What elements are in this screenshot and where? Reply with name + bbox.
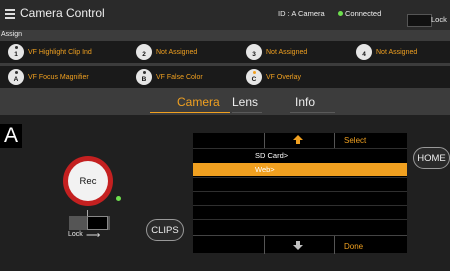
tab-camera-underline <box>150 112 230 113</box>
assign-row-numbers: 1 VF Highlight Clip Ind 2 Not Assigned 3… <box>0 41 450 63</box>
assign-button-label: VF Highlight Clip Ind <box>28 48 92 56</box>
assign-button-label: Not Assigned <box>156 48 198 56</box>
lock-slider-knob[interactable] <box>87 216 108 230</box>
assign-button-c[interactable]: C VF Overlay <box>246 68 301 86</box>
assign-badge: 3 <box>246 44 262 60</box>
lock-toggle[interactable] <box>407 14 432 27</box>
tab-info[interactable]: Info <box>295 95 315 109</box>
assign-button-2[interactable]: 2 Not Assigned <box>136 43 197 61</box>
menu-footer: Done <box>193 235 407 254</box>
menu-item-sd-card[interactable]: SD Card> <box>193 148 407 161</box>
assign-button-label: VF Focus Magnifier <box>28 73 89 81</box>
menu-footer-cell <box>193 236 265 254</box>
menu-item[interactable] <box>193 191 407 204</box>
assign-badge: 1 <box>8 44 24 60</box>
assign-button-label: VF False Color <box>156 73 203 81</box>
assign-button-b[interactable]: B VF False Color <box>136 68 203 86</box>
menu-item[interactable] <box>193 177 407 190</box>
arrow-up-stem <box>296 140 300 144</box>
camera-letter: A <box>0 124 22 148</box>
rec-button[interactable]: Rec <box>68 161 108 201</box>
assign-row-letters: A VF Focus Magnifier B VF False Color C … <box>0 66 450 88</box>
menu-item-web[interactable]: Web> <box>193 163 407 176</box>
select-button[interactable]: Select <box>344 136 366 145</box>
assign-button-3[interactable]: 3 Not Assigned <box>246 43 307 61</box>
assign-button-1[interactable]: 1 VF Highlight Clip Ind <box>8 43 92 61</box>
menu-item[interactable] <box>193 219 407 232</box>
app-title: Camera Control <box>20 6 105 20</box>
menu-header-cell <box>193 133 265 148</box>
lock-slider[interactable] <box>69 210 110 230</box>
connection-status: Connected <box>345 9 382 18</box>
hamburger-menu-icon[interactable] <box>5 9 15 19</box>
assign-badge: B <box>136 69 152 85</box>
assign-button-label: Not Assigned <box>376 48 418 56</box>
tab-lens[interactable]: Lens <box>232 95 258 109</box>
lock-slider-label: Lock <box>68 231 83 238</box>
assign-button-label: Not Assigned <box>266 48 308 56</box>
assign-badge: A <box>8 69 24 85</box>
assign-badge: C <box>246 69 262 85</box>
done-button[interactable]: Done <box>344 242 363 251</box>
tab-info-underline <box>290 112 335 113</box>
arrow-right-icon: ⟶ <box>86 230 101 241</box>
assign-button-a[interactable]: A VF Focus Magnifier <box>8 68 89 86</box>
assign-badge: 4 <box>356 44 372 60</box>
top-bar: Camera Control ID : A Camera Connected L… <box>0 0 450 30</box>
tab-lens-underline <box>232 112 262 113</box>
menu-item[interactable] <box>193 205 407 218</box>
menu-list: Select SD Card> Web> Done <box>193 133 407 254</box>
assign-button-4[interactable]: 4 Not Assigned <box>356 43 417 61</box>
arrow-down-icon <box>293 245 303 250</box>
assign-label: Assign <box>1 31 23 38</box>
assign-button-label: VF Overlay <box>266 73 302 81</box>
connection-status-dot <box>338 11 343 16</box>
menu-up-button[interactable] <box>265 133 335 148</box>
camera-id: ID : A Camera <box>278 9 325 18</box>
menu-header: Select <box>193 133 407 148</box>
tab-camera[interactable]: Camera <box>177 95 220 109</box>
home-button[interactable]: HOME <box>413 147 450 169</box>
clips-button[interactable]: CLIPS <box>146 219 184 241</box>
assign-badge: 2 <box>136 44 152 60</box>
tally-indicator <box>116 196 121 201</box>
menu-down-button[interactable] <box>265 236 335 254</box>
lock-label: Lock <box>431 15 447 24</box>
